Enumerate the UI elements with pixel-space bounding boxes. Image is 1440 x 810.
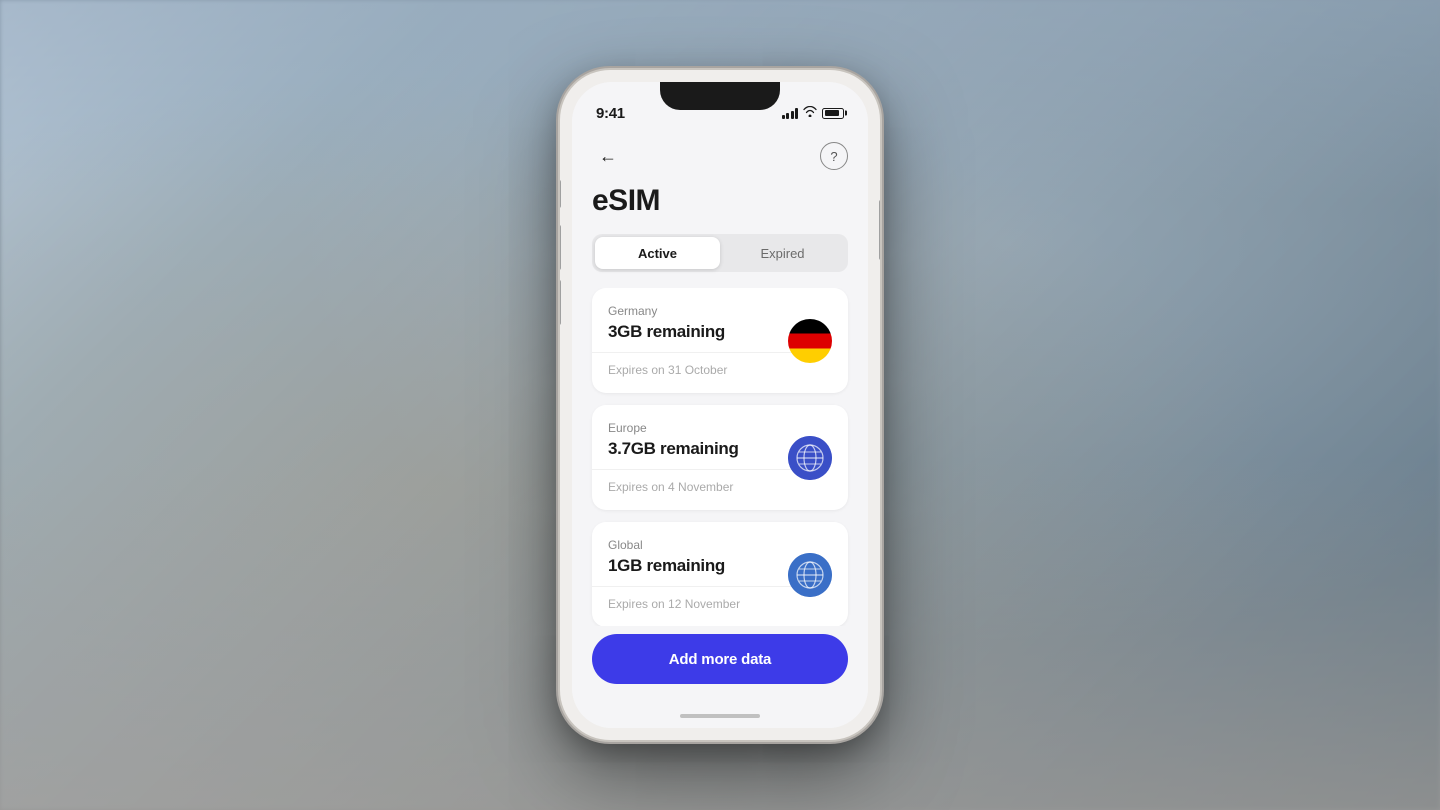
esim-card-global[interactable]: Global 1GB remaining Expires on 12 Novem… bbox=[592, 522, 848, 626]
power-button bbox=[879, 200, 880, 260]
help-button[interactable]: ? bbox=[820, 142, 848, 170]
tab-switcher: Active Expired bbox=[592, 234, 848, 272]
help-icon: ? bbox=[830, 149, 837, 164]
global-globe-icon bbox=[788, 553, 832, 597]
esim-region-germany: Germany bbox=[608, 304, 788, 318]
volume-down-button bbox=[560, 280, 561, 325]
phone-screen: 9:41 bbox=[572, 82, 868, 728]
esim-divider-europe bbox=[592, 469, 804, 470]
europe-globe-icon bbox=[788, 436, 832, 480]
esim-list: Germany 3GB remaining Expires on 31 Octo… bbox=[572, 288, 868, 626]
esim-expiry-germany: Expires on 31 October bbox=[608, 363, 788, 377]
esim-expiry-global: Expires on 12 November bbox=[608, 597, 788, 611]
mute-button bbox=[560, 180, 561, 208]
germany-flag-icon bbox=[788, 319, 832, 363]
esim-expiry-europe: Expires on 4 November bbox=[608, 480, 788, 494]
esim-info-germany: Germany 3GB remaining Expires on 31 Octo… bbox=[608, 304, 788, 377]
status-bar: 9:41 bbox=[572, 82, 868, 132]
esim-card-europe[interactable]: Europe 3.7GB remaining Expires on 4 Nove… bbox=[592, 405, 848, 510]
esim-region-global: Global bbox=[608, 538, 788, 552]
page-title: eSIM bbox=[572, 184, 868, 234]
esim-data-europe: 3.7GB remaining bbox=[608, 439, 788, 459]
esim-card-germany[interactable]: Germany 3GB remaining Expires on 31 Octo… bbox=[592, 288, 848, 393]
back-button[interactable]: ← bbox=[592, 140, 624, 172]
wifi-icon bbox=[803, 106, 817, 120]
volume-up-button bbox=[560, 225, 561, 270]
back-arrow-icon: ← bbox=[599, 146, 617, 167]
tab-active[interactable]: Active bbox=[595, 237, 720, 269]
esim-data-germany: 3GB remaining bbox=[608, 322, 788, 342]
esim-info-global: Global 1GB remaining Expires on 12 Novem… bbox=[608, 538, 788, 611]
signal-icon bbox=[782, 107, 799, 119]
phone-device: 9:41 bbox=[560, 70, 880, 740]
esim-data-global: 1GB remaining bbox=[608, 556, 788, 576]
add-more-data-button[interactable]: Add more data bbox=[592, 634, 848, 684]
app-content: ← ? eSIM Active Expired bbox=[572, 132, 868, 728]
esim-divider-germany bbox=[592, 352, 804, 353]
home-bar bbox=[680, 714, 760, 718]
tab-expired[interactable]: Expired bbox=[720, 237, 845, 269]
status-time: 9:41 bbox=[596, 105, 625, 122]
esim-region-europe: Europe bbox=[608, 421, 788, 435]
app-header: ← ? bbox=[572, 132, 868, 184]
phone-frame: 9:41 bbox=[560, 70, 880, 740]
notch bbox=[660, 82, 780, 110]
esim-divider-global bbox=[592, 586, 804, 587]
battery-icon bbox=[822, 108, 844, 119]
home-indicator bbox=[572, 704, 868, 728]
status-icons bbox=[782, 106, 845, 120]
esim-info-europe: Europe 3.7GB remaining Expires on 4 Nove… bbox=[608, 421, 788, 494]
